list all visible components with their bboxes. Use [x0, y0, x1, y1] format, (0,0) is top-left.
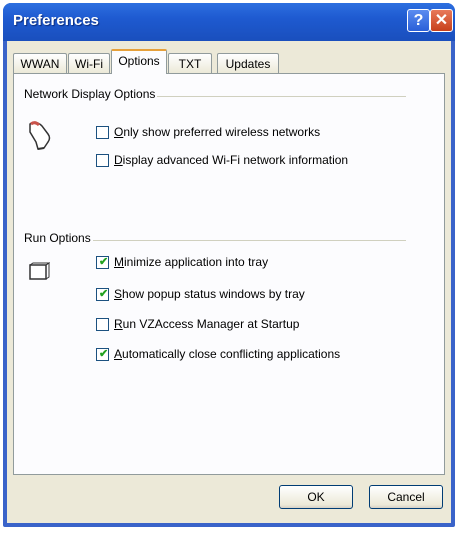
window-frame-icon: [28, 262, 51, 287]
advanced-wifi-info-checkbox[interactable]: ✔ Display advanced Wi-Fi network informa…: [96, 152, 396, 170]
tab-wwan[interactable]: WWAN: [13, 53, 67, 73]
label-text: utomatically close conflicting applicati…: [122, 347, 341, 361]
checkbox-label: Display advanced Wi-Fi network informati…: [114, 153, 348, 167]
minimize-to-tray-checkbox[interactable]: ✔ Minimize application into tray: [96, 254, 396, 272]
checkbox-box[interactable]: ✔: [96, 126, 109, 139]
checkbox-box[interactable]: ✔: [96, 318, 109, 331]
checkbox-box[interactable]: ✔: [96, 154, 109, 167]
mnemonic-letter: D: [114, 153, 123, 167]
checkbox-label: Show popup status windows by tray: [114, 287, 305, 301]
hand-pointer-icon: [26, 118, 56, 157]
checkbox-label: Automatically close conflicting applicat…: [114, 347, 340, 361]
popup-status-windows-checkbox[interactable]: ✔ Show popup status windows by tray: [96, 286, 396, 304]
options-panel: Network Display Options ✔ Only show pref…: [13, 73, 445, 475]
close-conflicting-apps-checkbox[interactable]: ✔ Automatically close conflicting applic…: [96, 346, 416, 364]
tab-txt[interactable]: TXT: [168, 53, 212, 73]
title-bar[interactable]: Preferences ? ✕: [3, 3, 455, 41]
checkbox-label: Minimize application into tray: [114, 255, 268, 269]
tab-updates[interactable]: Updates: [217, 53, 279, 73]
label-text: isplay advanced Wi-Fi network informatio…: [122, 153, 349, 167]
tab-wifi[interactable]: Wi-Fi: [68, 53, 110, 73]
label-text: how popup status windows by tray: [122, 287, 305, 301]
check-mark-icon: ✔: [99, 288, 109, 300]
checkbox-box[interactable]: ✔: [96, 256, 109, 269]
run-at-startup-checkbox[interactable]: ✔ Run VZAccess Manager at Startup: [96, 316, 396, 334]
mnemonic-letter: R: [114, 317, 123, 331]
cancel-button[interactable]: Cancel: [369, 485, 443, 509]
mnemonic-letter: M: [114, 255, 124, 269]
check-mark-icon: ✔: [99, 256, 109, 268]
mnemonic-letter: S: [114, 287, 123, 301]
check-mark-icon: ✔: [99, 348, 109, 360]
preferences-window: Preferences ? ✕ WWAN Wi-Fi Options TXT U…: [3, 3, 455, 527]
mnemonic-letter: O: [114, 125, 124, 139]
checkbox-box[interactable]: ✔: [96, 288, 109, 301]
label-text: inimize application into tray: [124, 255, 269, 269]
only-preferred-networks-checkbox[interactable]: ✔ Only show preferred wireless networks: [96, 124, 396, 142]
mnemonic-letter: A: [114, 347, 123, 361]
checkbox-label: Run VZAccess Manager at Startup: [114, 317, 299, 331]
label-text: nly show preferred wireless networks: [123, 125, 321, 139]
checkbox-box[interactable]: ✔: [96, 348, 109, 361]
close-button[interactable]: ✕: [430, 9, 453, 32]
ok-button[interactable]: OK: [279, 485, 353, 509]
network-display-group-title: Network Display Options: [24, 87, 158, 101]
label-text: un VZAccess Manager at Startup: [122, 317, 300, 331]
tab-options[interactable]: Options: [111, 49, 167, 74]
run-options-group-title: Run Options: [24, 231, 93, 245]
window-title: Preferences: [13, 12, 99, 29]
checkbox-label: Only show preferred wireless networks: [114, 125, 320, 139]
dialog-body: WWAN Wi-Fi Options TXT Updates Network D…: [7, 41, 451, 523]
help-button[interactable]: ?: [407, 9, 430, 32]
